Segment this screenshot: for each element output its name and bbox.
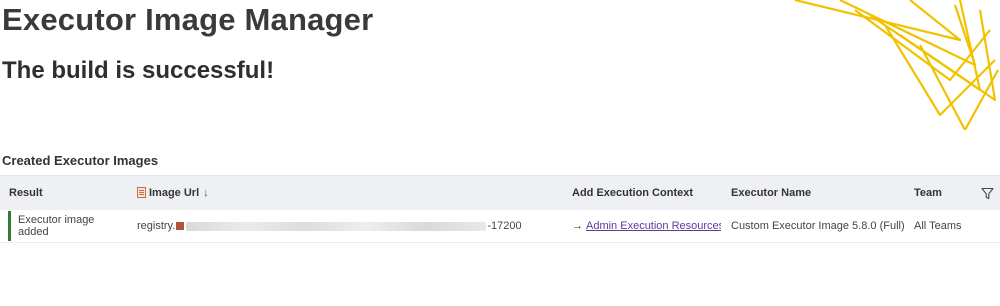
image-url-suffix: -17200 xyxy=(487,220,522,232)
column-header-result[interactable]: Result xyxy=(0,187,128,199)
filter-button[interactable] xyxy=(974,187,1000,200)
admin-execution-resources-link[interactable]: Admin Execution Resources xyxy=(586,220,721,232)
redacted-url-segment xyxy=(186,221,487,231)
cell-image-url[interactable]: registry. -17200 xyxy=(128,220,562,232)
cell-team: All Teams xyxy=(914,220,962,232)
table-row[interactable]: Executor image added registry. -17200 → Ad… xyxy=(0,210,1000,243)
page: Executor Image Manager The build is succ… xyxy=(0,0,1000,306)
column-header-image-url-label: Image Url xyxy=(149,187,200,199)
column-header-add-context[interactable]: Add Execution Context xyxy=(562,187,721,199)
decorative-lines-graphic xyxy=(794,0,999,130)
table-header: Result Image Url ↓ Add Execution Context … xyxy=(0,175,1000,210)
section-title: Created Executor Images xyxy=(2,153,159,168)
cell-add-context: → Admin Execution Resources xyxy=(562,220,721,232)
column-header-team[interactable]: Team xyxy=(904,187,974,199)
cell-result: Executor image added xyxy=(18,214,95,238)
cell-executor-name: Custom Executor Image 5.8.0 (Full) xyxy=(731,220,905,232)
sort-descending-icon[interactable]: ↓ xyxy=(203,187,209,199)
column-header-executor-name[interactable]: Executor Name xyxy=(721,187,904,199)
executor-images-table: Result Image Url ↓ Add Execution Context … xyxy=(0,175,1000,243)
arrow-right-icon: → xyxy=(572,220,583,232)
filter-icon xyxy=(980,187,994,199)
document-icon xyxy=(137,187,146,198)
page-title: Executor Image Manager xyxy=(2,2,374,37)
image-url-prefix: registry. xyxy=(137,220,176,232)
column-header-image-url[interactable]: Image Url ↓ xyxy=(128,187,562,199)
success-indicator xyxy=(8,211,11,241)
redacted-mark xyxy=(176,222,185,231)
build-status-message: The build is successful! xyxy=(2,57,275,84)
